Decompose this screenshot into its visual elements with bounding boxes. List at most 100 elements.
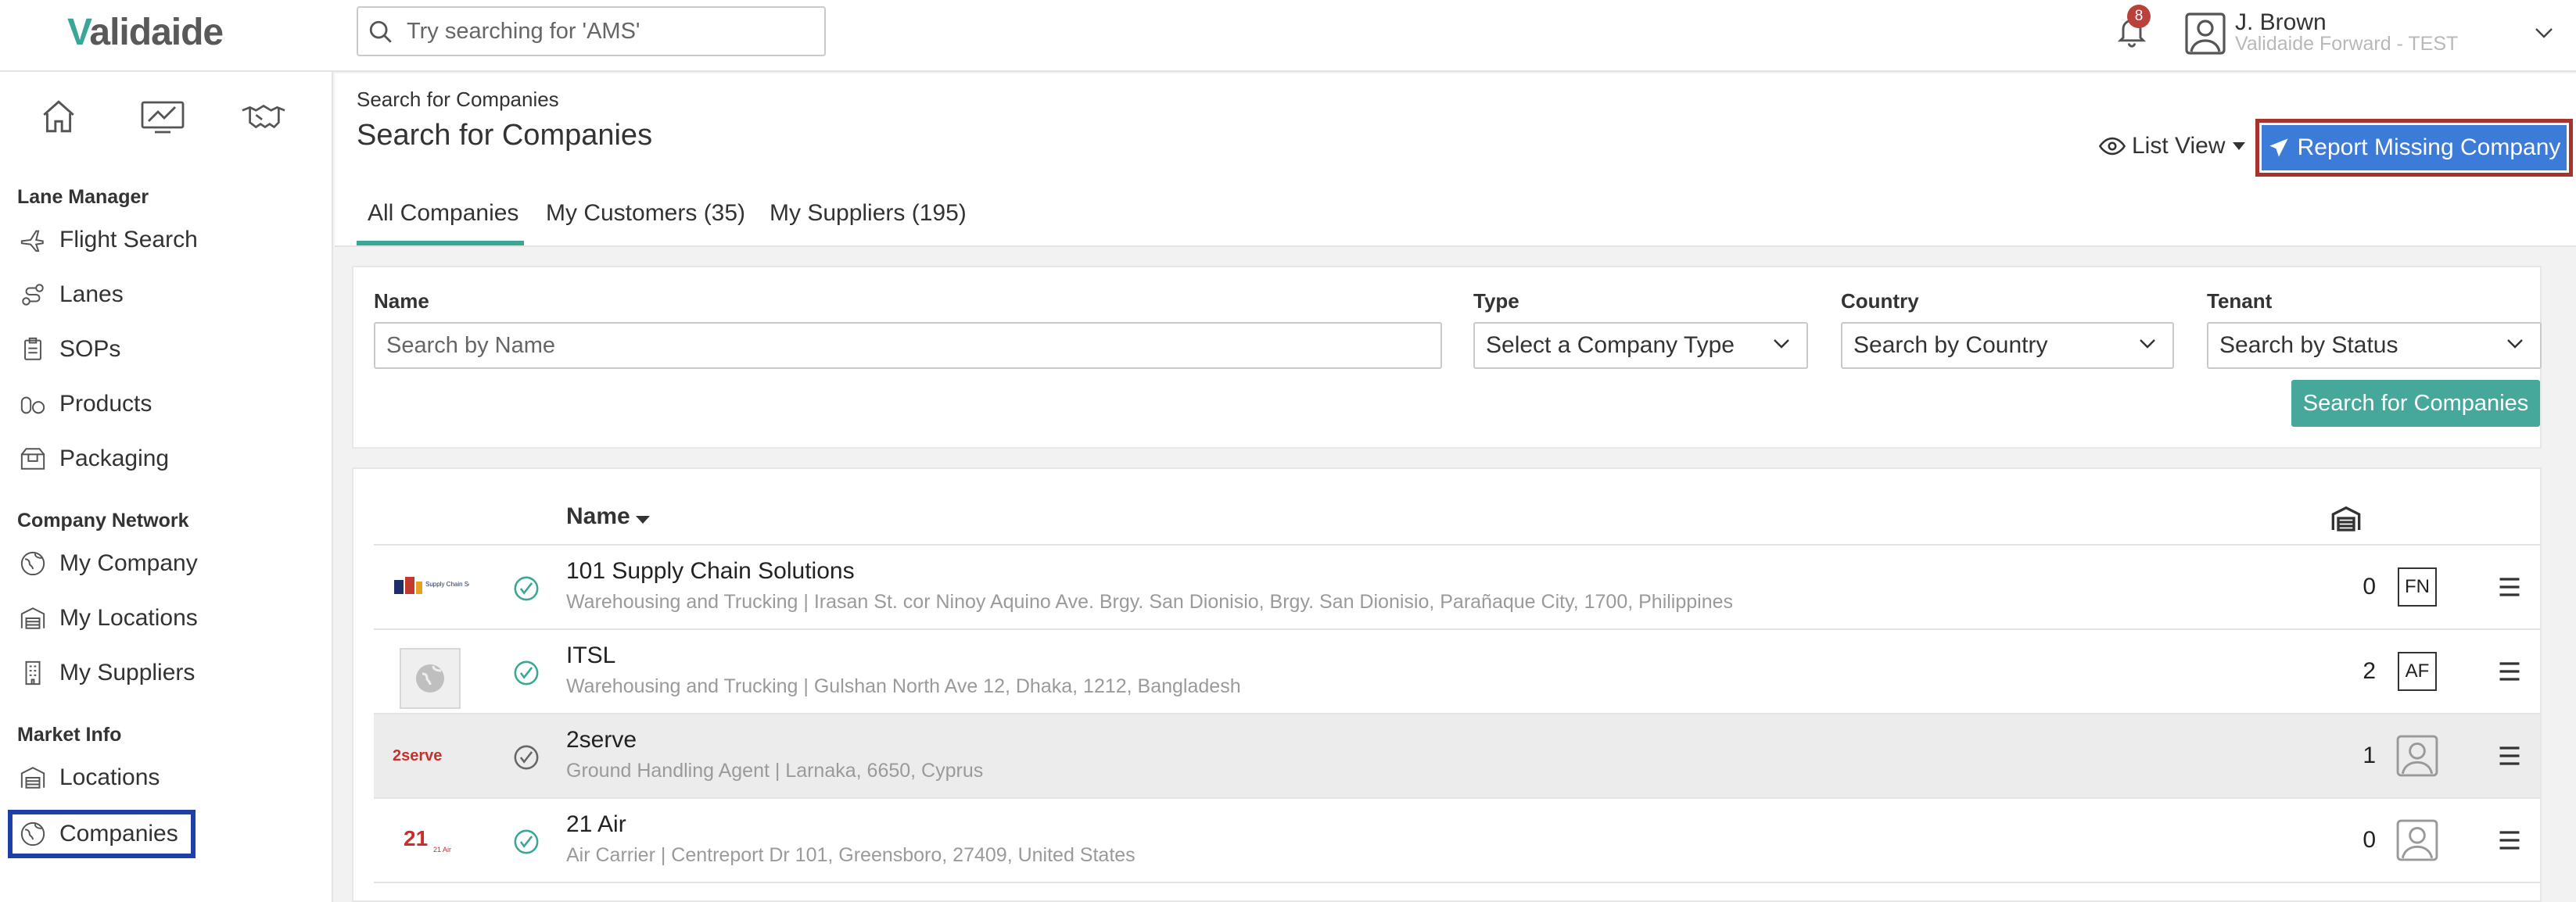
svg-text:2serve: 2serve	[393, 747, 442, 764]
company-logo-placeholder	[391, 647, 469, 709]
tab-my-suppliers[interactable]: My Suppliers (195)	[770, 200, 967, 227]
sidebar-item-flight-search[interactable]: Flight Search	[17, 217, 314, 263]
name-search-input[interactable]	[375, 324, 1440, 367]
tenant-filter-label: Tenant	[2207, 289, 2273, 313]
location-count: 0	[2363, 574, 2376, 600]
notification-count-badge: 8	[2127, 5, 2151, 28]
svg-text:Supply Chain Solutions Inc.: Supply Chain Solutions Inc.	[425, 581, 469, 588]
name-column-header[interactable]: Name	[566, 503, 651, 530]
user-avatar-icon[interactable]	[2185, 13, 2226, 55]
company-logo: Supply Chain Solutions Inc.	[391, 563, 469, 610]
company-name[interactable]: 2serve	[566, 727, 637, 753]
row-menu-hamburger-icon[interactable]	[2498, 660, 2521, 683]
page-title: Search for Companies	[357, 119, 653, 152]
svg-text:21: 21	[404, 826, 428, 850]
sidebar-section-market-info: Market Info	[17, 724, 122, 746]
table-row[interactable]: ITSL Warehousing and Trucking | Gulshan …	[374, 630, 2540, 714]
eye-icon	[2099, 136, 2126, 156]
global-search[interactable]	[357, 6, 826, 56]
user-menu-chevron-down-icon[interactable]	[2534, 27, 2554, 39]
send-icon	[2268, 137, 2290, 159]
tenant-tag: AF	[2398, 652, 2437, 691]
location-count: 2	[2363, 658, 2376, 684]
verified-check-icon	[513, 829, 540, 855]
warehouse-icon	[17, 603, 48, 634]
table-row[interactable]: Supply Chain Solutions Inc. 101 Supply C…	[374, 546, 2540, 630]
search-icon	[368, 19, 394, 45]
sidebar: Lane Manager Flight Search Lanes SOPs Pr…	[0, 72, 333, 902]
verified-check-icon	[513, 660, 540, 686]
company-name[interactable]: 21 Air	[566, 811, 626, 838]
row-menu-hamburger-icon[interactable]	[2498, 575, 2521, 599]
company-logo: 21 21 Air	[391, 816, 469, 863]
company-description: Warehousing and Trucking | Irasan St. co…	[566, 591, 1734, 613]
verified-check-icon	[513, 575, 540, 602]
validaide-logo[interactable]: Validaide	[67, 11, 224, 54]
company-name[interactable]: ITSL	[566, 642, 615, 669]
name-filter-label: Name	[374, 289, 429, 313]
pills-icon	[17, 388, 48, 420]
chevron-down-icon	[2506, 338, 2524, 350]
company-logo: 2serve	[391, 732, 469, 779]
row-menu-hamburger-icon[interactable]	[2498, 744, 2521, 768]
svg-text:21 Air: 21 Air	[433, 846, 451, 854]
active-tab-indicator	[357, 241, 524, 245]
sidebar-section-company-network: Company Network	[17, 510, 189, 532]
tab-all-companies[interactable]: All Companies	[368, 200, 518, 227]
plane-icon	[17, 224, 48, 256]
route-icon	[17, 279, 48, 310]
clipboard-icon	[17, 334, 48, 365]
building-icon	[17, 657, 48, 689]
globe-icon	[17, 818, 48, 850]
sidebar-section-lane-manager: Lane Manager	[17, 186, 149, 208]
search-input[interactable]	[405, 16, 812, 47]
home-icon[interactable]	[39, 97, 78, 136]
list-view-toggle[interactable]: List View	[2099, 133, 2246, 159]
chevron-down-icon	[1772, 338, 1791, 350]
tab-my-customers[interactable]: My Customers (35)	[546, 200, 745, 227]
country-select[interactable]: Search by Country	[1841, 322, 2174, 369]
sidebar-item-sops[interactable]: SOPs	[17, 327, 314, 372]
row-menu-hamburger-icon[interactable]	[2498, 829, 2521, 852]
company-type-select[interactable]: Select a Company Type	[1473, 322, 1808, 369]
tenant-tag: FN	[2398, 567, 2437, 607]
report-missing-company-highlight: Report Missing Company	[2255, 119, 2573, 177]
chevron-down-icon	[2138, 338, 2157, 350]
type-filter-label: Type	[1473, 289, 1519, 313]
company-description: Ground Handling Agent | Larnaka, 6650, C…	[566, 760, 984, 782]
sidebar-item-my-locations[interactable]: My Locations	[17, 596, 314, 641]
user-organization: Validaide Forward - TEST	[2235, 33, 2459, 55]
company-name[interactable]: 101 Supply Chain Solutions	[566, 558, 855, 585]
unverified-check-icon	[513, 744, 540, 771]
handshake-icon[interactable]	[241, 97, 286, 136]
report-missing-company-button[interactable]: Report Missing Company	[2262, 125, 2567, 170]
location-count: 0	[2363, 827, 2376, 853]
country-filter-label: Country	[1841, 289, 1919, 313]
tenant-status-select[interactable]: Search by Status	[2207, 322, 2542, 369]
user-name: J. Brown	[2235, 9, 2327, 35]
analytics-chart-icon[interactable]	[141, 97, 185, 136]
globe-icon	[17, 548, 48, 579]
list-view-label: List View	[2132, 133, 2226, 159]
table-row[interactable]: 21 21 Air 21 Air Air Carrier | Centrepor…	[374, 799, 2540, 883]
search-for-companies-button[interactable]: Search for Companies	[2291, 380, 2540, 427]
sidebar-item-my-suppliers[interactable]: My Suppliers	[17, 650, 314, 696]
sort-caret-down-icon	[635, 515, 651, 524]
company-description: Warehousing and Trucking | Gulshan North…	[566, 675, 1241, 697]
tenant-avatar-icon	[2396, 819, 2438, 861]
caret-down-icon	[2232, 141, 2246, 151]
sidebar-item-my-company[interactable]: My Company	[17, 541, 314, 586]
sidebar-item-packaging[interactable]: Packaging	[17, 436, 314, 481]
sidebar-item-products[interactable]: Products	[17, 381, 314, 427]
locations-column-warehouse-icon	[2330, 505, 2362, 532]
company-description: Air Carrier | Centreport Dr 101, Greensb…	[566, 844, 1136, 866]
sidebar-item-companies[interactable]: Companies	[8, 810, 196, 858]
table-row[interactable]: 2serve 2serve Ground Handling Agent | La…	[374, 714, 2540, 799]
tenant-avatar-icon	[2396, 735, 2438, 777]
name-filter[interactable]	[374, 322, 1442, 369]
breadcrumb[interactable]: Search for Companies	[357, 88, 559, 112]
sidebar-item-lanes[interactable]: Lanes	[17, 272, 314, 317]
sidebar-item-locations[interactable]: Locations	[17, 755, 314, 800]
location-count: 1	[2363, 743, 2376, 768]
warehouse-icon	[17, 762, 48, 793]
